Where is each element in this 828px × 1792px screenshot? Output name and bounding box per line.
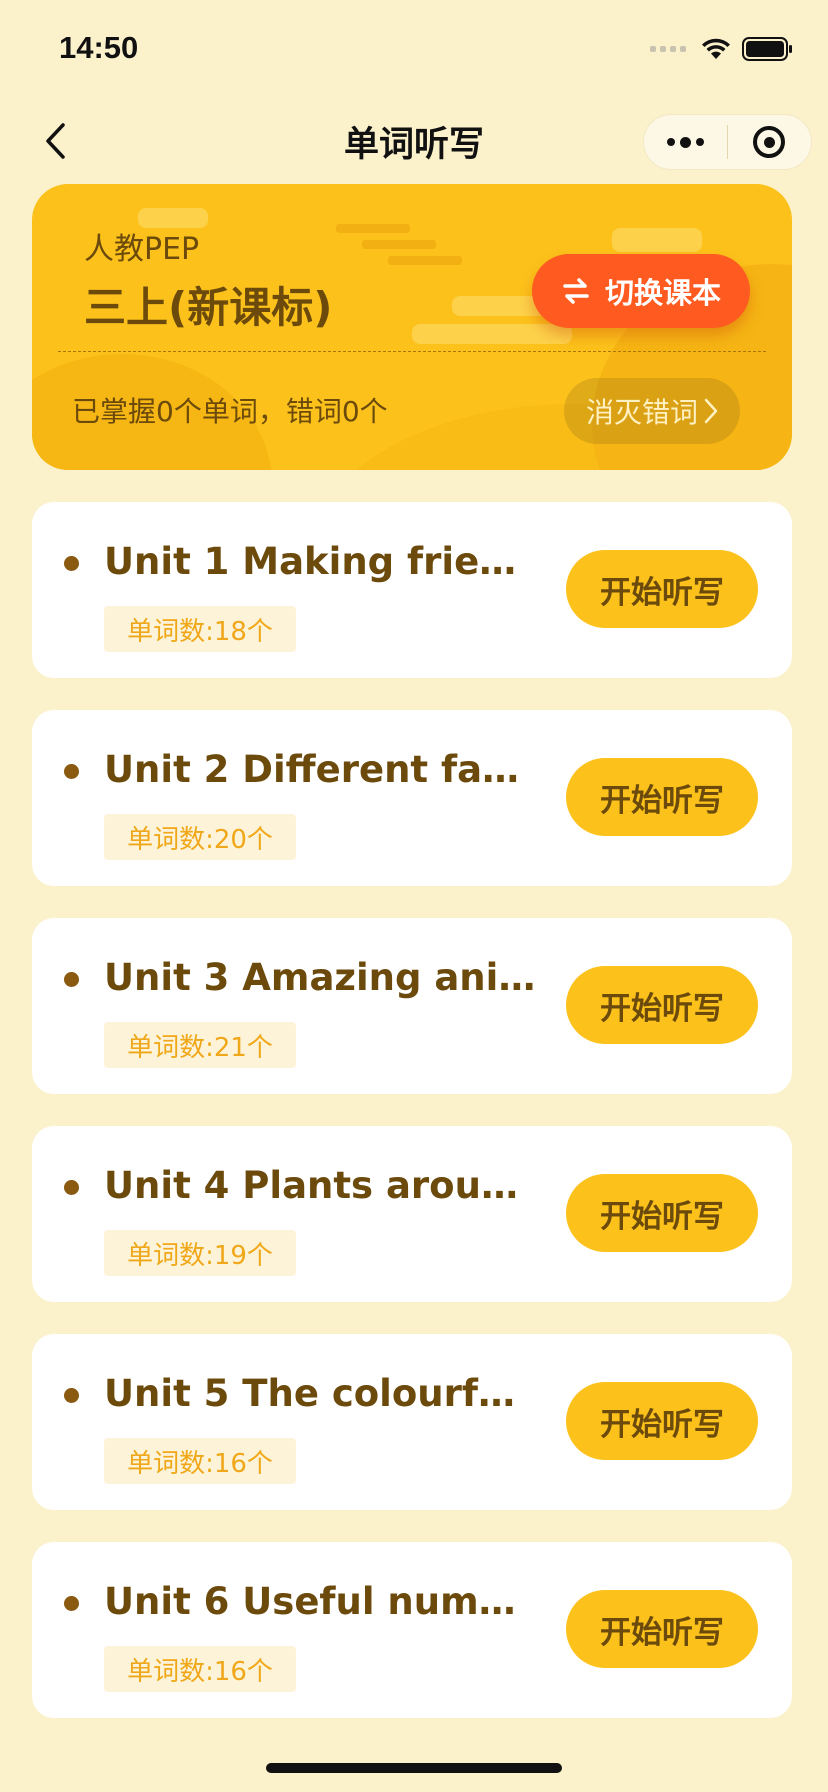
chevron-right-icon xyxy=(704,398,718,424)
home-indicator xyxy=(266,1763,562,1773)
divider xyxy=(58,351,766,352)
wifi-icon xyxy=(702,38,730,59)
publisher-label: 人教PEP xyxy=(84,232,200,267)
unit-title: Unit 1 Making friends xyxy=(104,540,536,583)
word-count-badge: 单词数:21个 xyxy=(104,1022,296,1068)
more-button[interactable] xyxy=(644,114,727,170)
book-card: 人教PEP 三上(新课标) 切换课本 已掌握0个单词，错词0个 消灭错词 xyxy=(32,184,792,470)
status-time: 14:50 xyxy=(59,30,139,65)
unit-title: Unit 5 The colourful w... xyxy=(104,1372,536,1415)
unit-card: Unit 4 Plants around us 单词数:19个 开始听写 xyxy=(32,1126,792,1302)
unit-title: Unit 2 Different families xyxy=(104,748,536,791)
word-count-badge: 单词数:20个 xyxy=(104,814,296,860)
word-count-badge: 单词数:19个 xyxy=(104,1230,296,1276)
status-icons xyxy=(650,34,794,64)
unit-title: Unit 4 Plants around us xyxy=(104,1164,536,1207)
start-dictation-button[interactable]: 开始听写 xyxy=(566,1590,758,1668)
bullet-icon xyxy=(64,972,79,987)
bullet-icon xyxy=(64,556,79,571)
bullet-icon xyxy=(64,1388,79,1403)
start-dictation-button[interactable]: 开始听写 xyxy=(566,1382,758,1460)
bullet-icon xyxy=(64,1596,79,1611)
unit-title: Unit 3 Amazing animals xyxy=(104,956,536,999)
swap-icon xyxy=(563,278,589,304)
start-dictation-button[interactable]: 开始听写 xyxy=(566,966,758,1044)
switch-book-label: 切换课本 xyxy=(604,276,721,310)
clear-wrong-words-label: 消灭错词 xyxy=(585,396,698,429)
bullet-icon xyxy=(64,1180,79,1195)
clear-wrong-words-button[interactable]: 消灭错词 xyxy=(564,378,740,444)
capsule-menu xyxy=(643,114,812,170)
word-count-badge: 单词数:18个 xyxy=(104,606,296,652)
close-miniprogram-button[interactable] xyxy=(728,114,811,170)
more-icon xyxy=(667,138,675,146)
progress-summary: 已掌握0个单词，错词0个 xyxy=(72,395,388,428)
book-title: 三上(新课标) xyxy=(84,283,333,332)
unit-card: Unit 2 Different families 单词数:20个 开始听写 xyxy=(32,710,792,886)
switch-book-button[interactable]: 切换课本 xyxy=(532,254,750,328)
word-count-badge: 单词数:16个 xyxy=(104,1438,296,1484)
start-dictation-button[interactable]: 开始听写 xyxy=(566,550,758,628)
start-dictation-button[interactable]: 开始听写 xyxy=(566,758,758,836)
nav-bar: 单词听写 xyxy=(0,100,828,180)
status-bar: 14:50 xyxy=(0,0,828,100)
word-count-badge: 单词数:16个 xyxy=(104,1646,296,1692)
bullet-icon xyxy=(64,764,79,779)
unit-card: Unit 6 Useful numbers 单词数:16个 开始听写 xyxy=(32,1542,792,1718)
start-dictation-button[interactable]: 开始听写 xyxy=(566,1174,758,1252)
unit-card: Unit 1 Making friends 单词数:18个 开始听写 xyxy=(32,502,792,678)
unit-list: Unit 1 Making friends 单词数:18个 开始听写 Unit … xyxy=(32,502,792,1750)
target-icon xyxy=(753,126,786,158)
battery-icon xyxy=(742,37,792,61)
signal-icon xyxy=(650,46,686,52)
unit-title: Unit 6 Useful numbers xyxy=(104,1580,536,1623)
unit-card: Unit 3 Amazing animals 单词数:21个 开始听写 xyxy=(32,918,792,1094)
unit-card: Unit 5 The colourful w... 单词数:16个 开始听写 xyxy=(32,1334,792,1510)
